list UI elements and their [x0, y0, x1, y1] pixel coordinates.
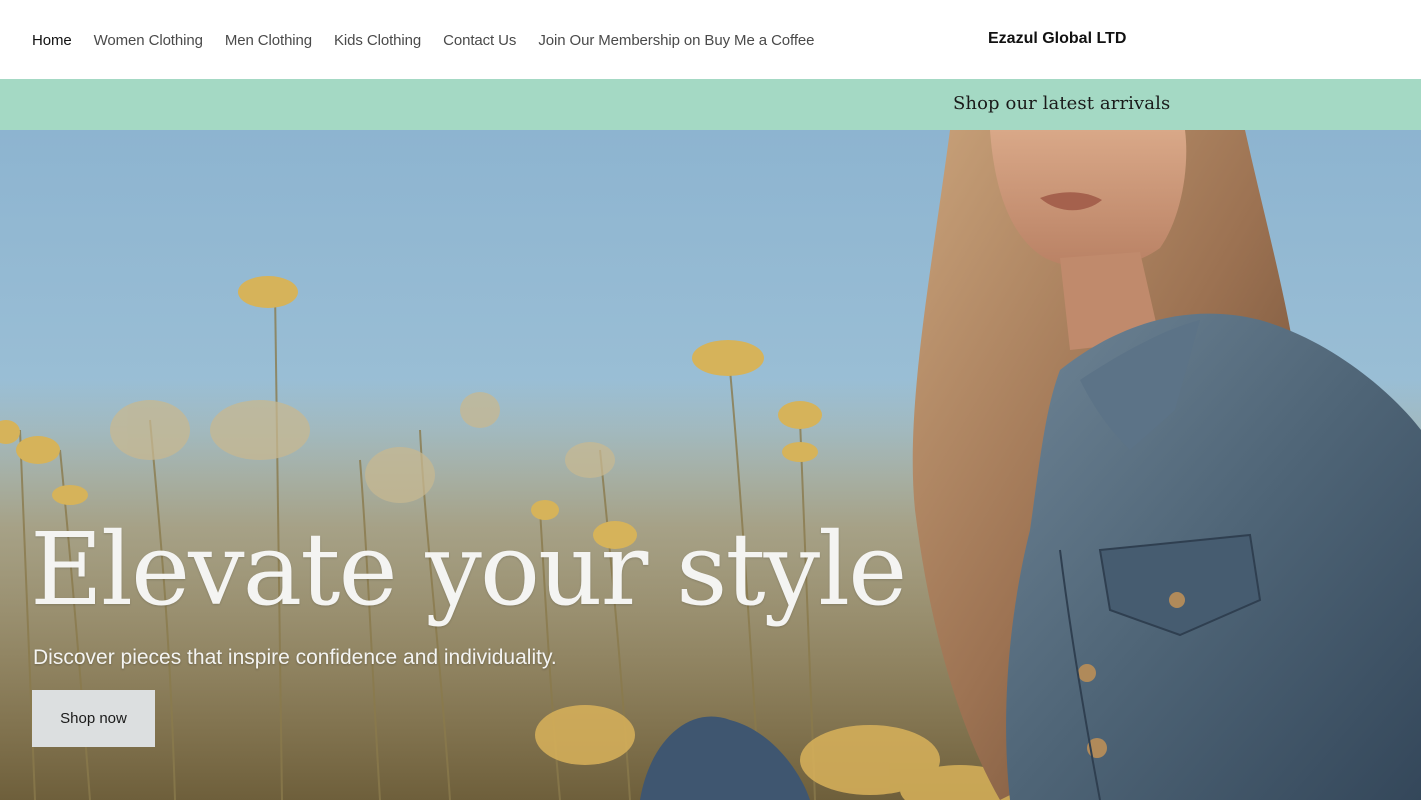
- nav-women-clothing-link[interactable]: Women Clothing: [94, 32, 203, 49]
- page: Home Women Clothing Men Clothing Kids Cl…: [0, 0, 1421, 800]
- hero-image: [0, 130, 1421, 800]
- hero-subtitle: Discover pieces that inspire confidence …: [33, 646, 557, 669]
- nav-kids-clothing-link[interactable]: Kids Clothing: [334, 32, 421, 49]
- nav-home-link[interactable]: Home: [32, 32, 72, 49]
- nav-men-clothing-link[interactable]: Men Clothing: [225, 32, 312, 49]
- brand-name[interactable]: Ezazul Global LTD: [988, 30, 1126, 48]
- nav-contact-us-link[interactable]: Contact Us: [443, 32, 516, 49]
- hero-title: Elevate your style: [30, 511, 907, 628]
- shop-now-button[interactable]: Shop now: [32, 690, 155, 747]
- hero-section: Elevate your style Discover pieces that …: [0, 130, 1421, 800]
- announcement-banner: Shop our latest arrivals: [0, 79, 1421, 130]
- nav-membership-link[interactable]: Join Our Membership on Buy Me a Coffee: [538, 32, 814, 49]
- announcement-text[interactable]: Shop our latest arrivals: [953, 93, 1170, 114]
- main-nav: Home Women Clothing Men Clothing Kids Cl…: [32, 30, 836, 50]
- site-header: Home Women Clothing Men Clothing Kids Cl…: [0, 0, 1421, 79]
